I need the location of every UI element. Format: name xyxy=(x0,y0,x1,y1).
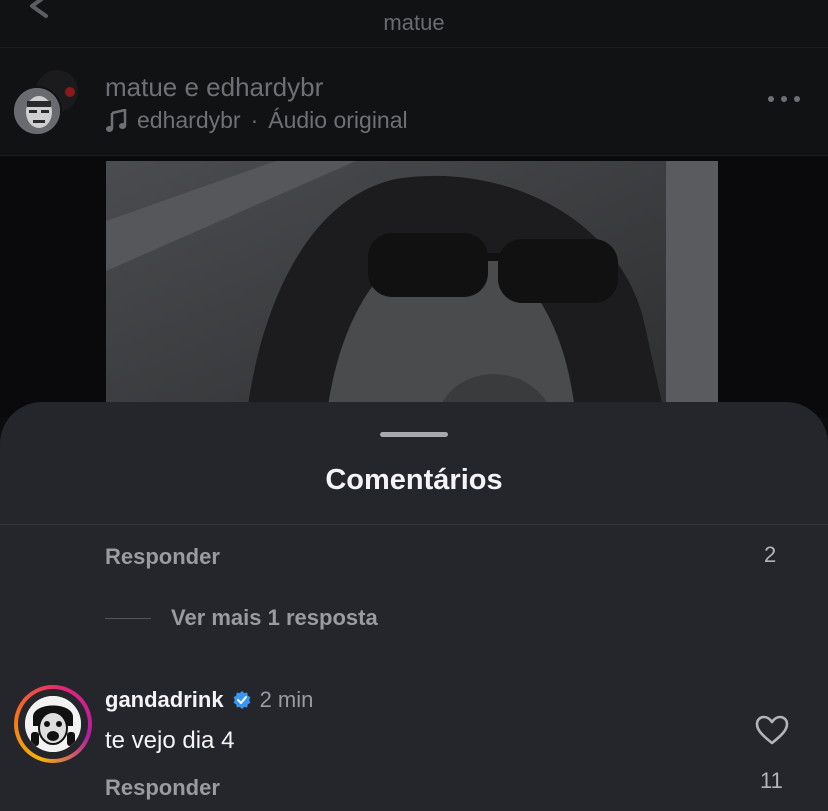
audio-separator: · xyxy=(250,107,259,133)
post-authors[interactable]: matue e edhardybr xyxy=(105,72,323,103)
audio-label: Áudio original xyxy=(268,107,408,133)
audio-row[interactable]: edhardybr · Áudio original xyxy=(105,107,408,134)
post-header: matue e edhardybr edhardybr · Áudio orig… xyxy=(0,48,828,156)
sheet-drag-handle[interactable] xyxy=(380,432,448,437)
audio-owner: edhardybr xyxy=(137,107,241,133)
reply-button[interactable]: Responder xyxy=(105,544,220,570)
view-more-replies[interactable]: Ver mais 1 resposta xyxy=(105,605,378,631)
sheet-title: Comentários xyxy=(325,464,503,496)
music-note-icon xyxy=(106,108,127,132)
comments-sheet: Comentários Responder 2 Ver mais 1 respo… xyxy=(0,402,828,811)
comment-like-count: 11 xyxy=(760,768,783,793)
more-options-icon[interactable] xyxy=(766,92,802,106)
comment-username[interactable]: gandadrink xyxy=(105,687,224,713)
page-title: matue xyxy=(383,10,445,35)
comment-time: 2 min xyxy=(259,687,314,712)
comment-text: te vejo dia 4 xyxy=(105,727,235,754)
sheet-divider xyxy=(0,524,828,525)
primary-avatar xyxy=(12,86,62,136)
video-player[interactable] xyxy=(106,161,718,421)
comment-reply-button[interactable]: Responder xyxy=(105,775,220,801)
view-more-replies-label: Ver mais 1 resposta xyxy=(171,605,378,630)
post-author-avatar[interactable] xyxy=(12,70,80,138)
commenter-photo xyxy=(25,696,81,752)
heart-icon[interactable] xyxy=(754,714,790,746)
commenter-avatar[interactable] xyxy=(14,685,92,763)
verified-badge-icon xyxy=(233,691,250,709)
top-bar: matue xyxy=(0,0,828,48)
comment-header: gandadrink 2 min xyxy=(105,687,313,713)
replies-divider-line xyxy=(105,617,151,619)
like-count: 2 xyxy=(764,542,777,567)
